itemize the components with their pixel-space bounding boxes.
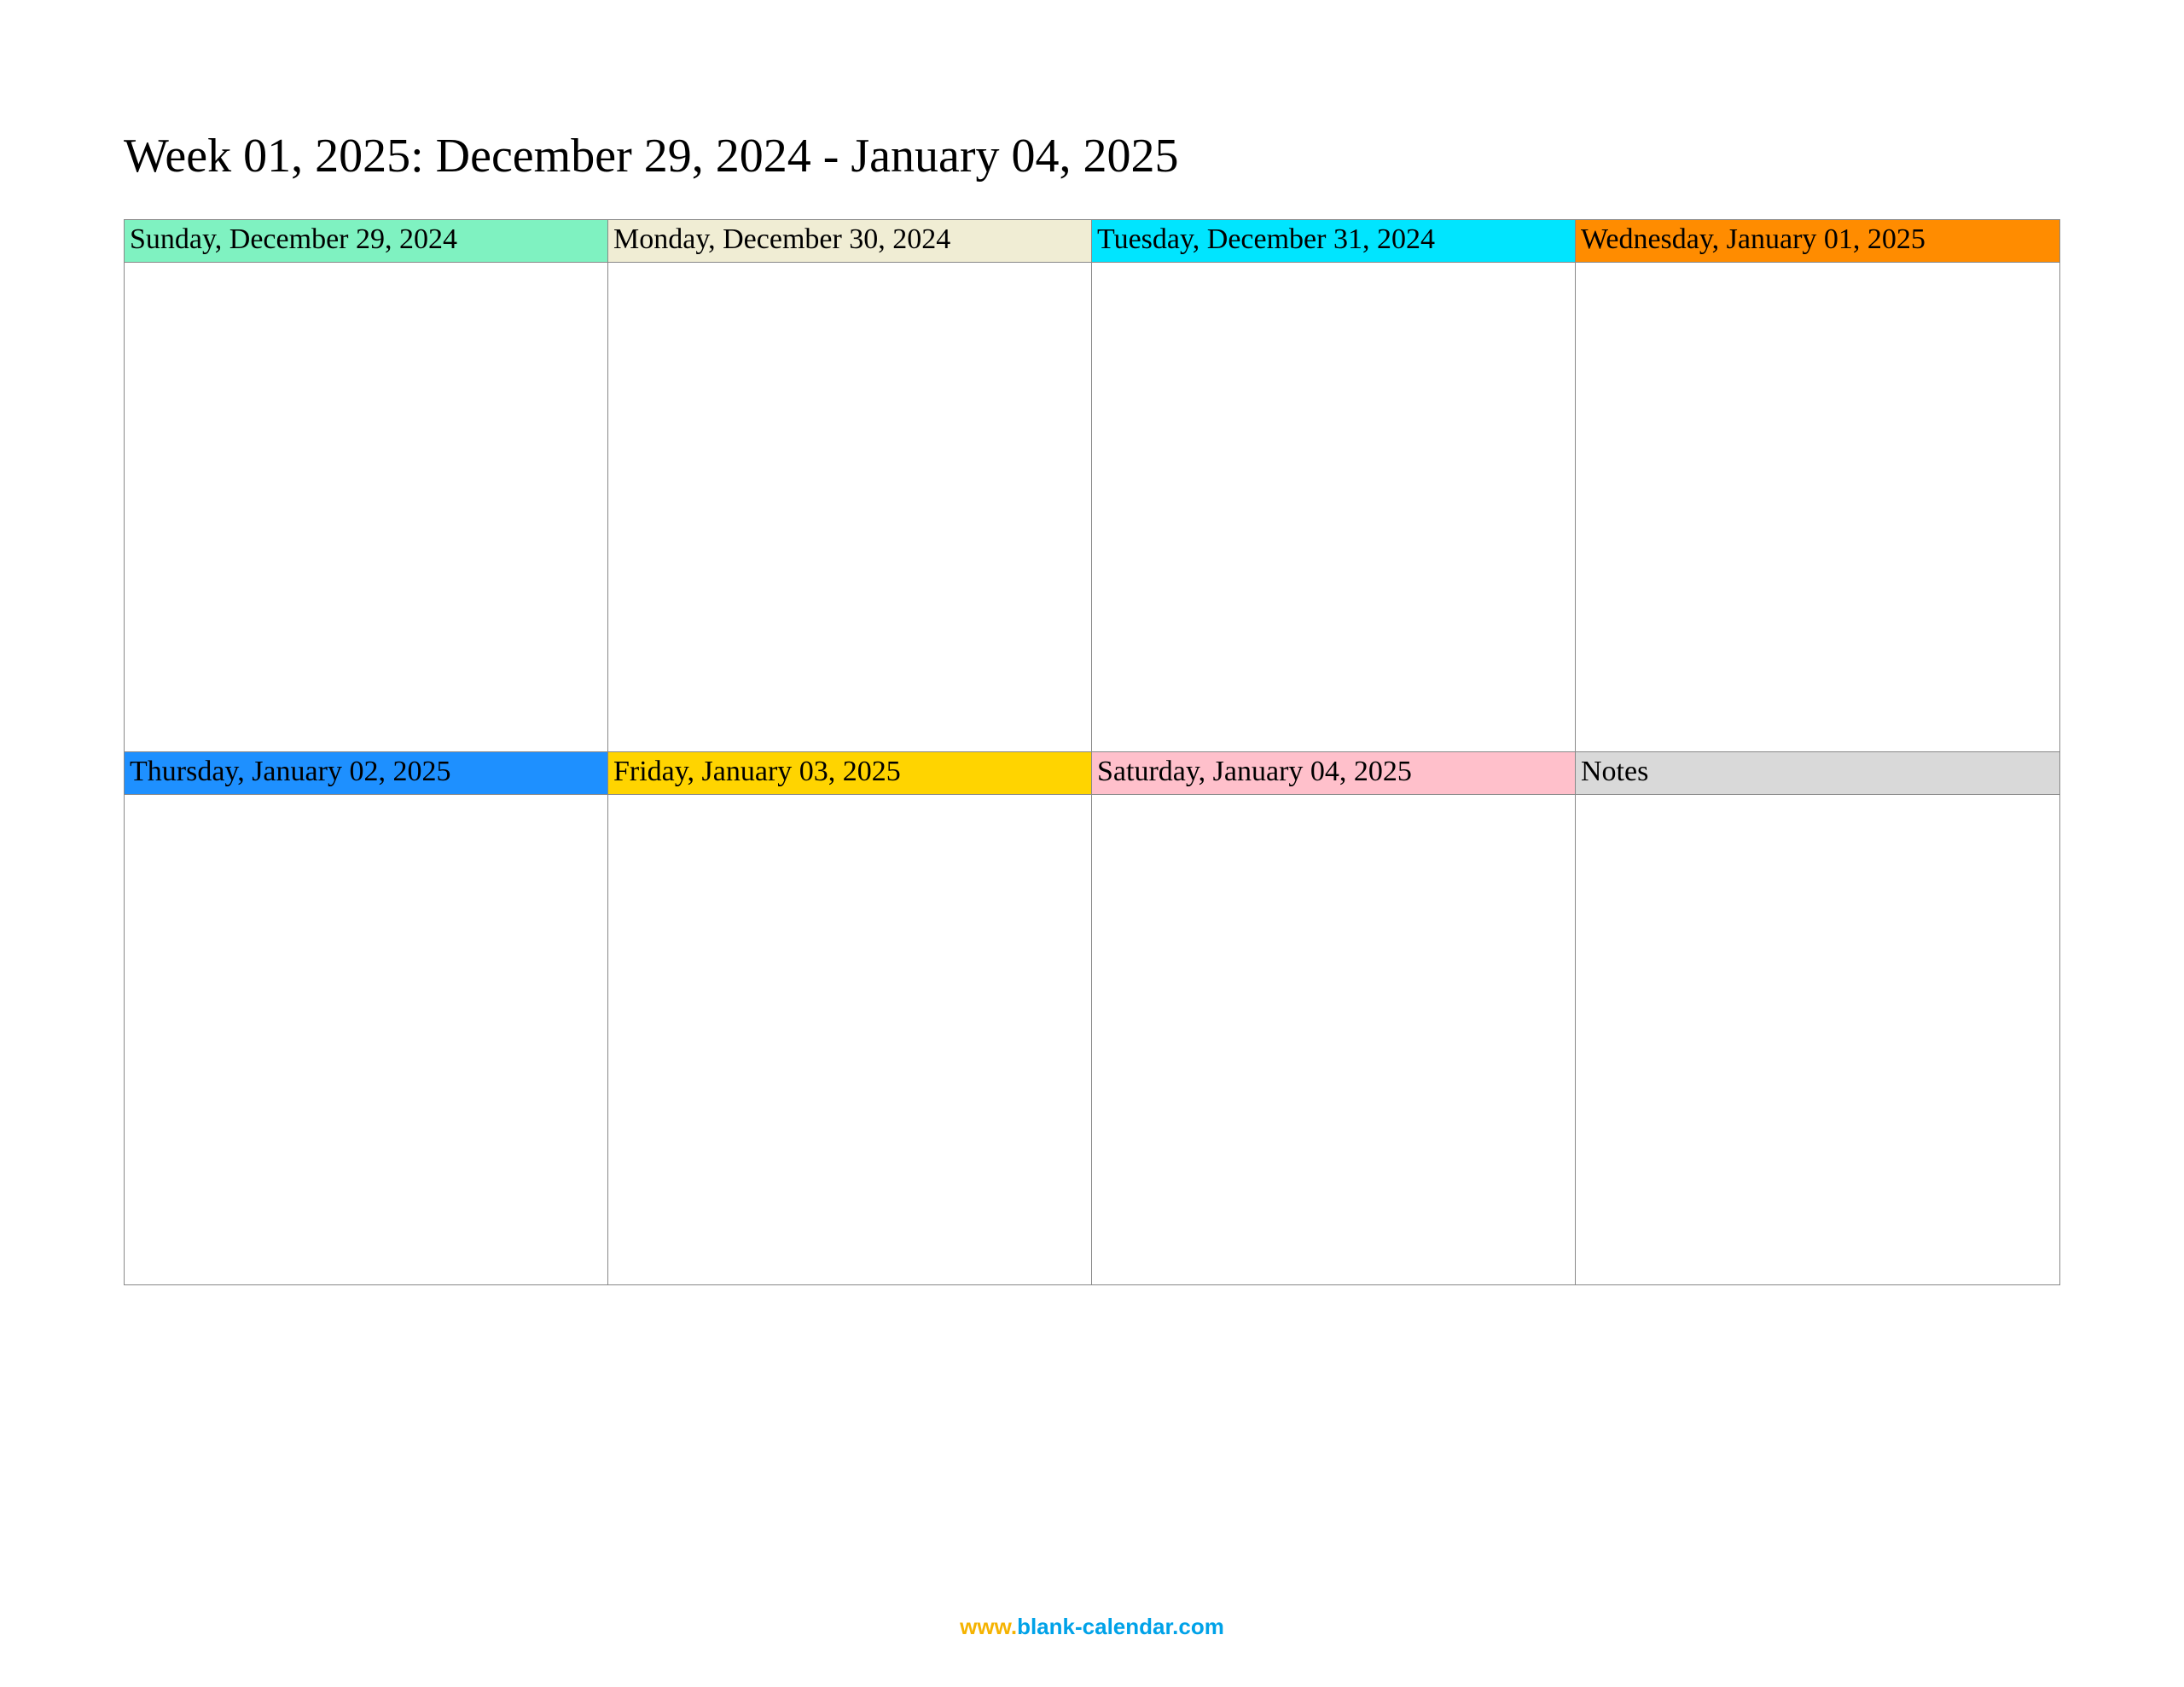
day-header-friday: Friday, January 03, 2025 — [608, 752, 1092, 795]
day-body-wednesday[interactable] — [1576, 263, 2059, 753]
day-body-sunday[interactable] — [125, 263, 608, 753]
day-body-saturday[interactable] — [1092, 795, 1576, 1285]
day-body-monday[interactable] — [608, 263, 1092, 753]
footer-link[interactable]: www.blank-calendar.com — [0, 1614, 2184, 1640]
week-grid: Sunday, December 29, 2024 Monday, Decemb… — [124, 219, 2060, 1285]
page-title: Week 01, 2025: December 29, 2024 - Janua… — [124, 128, 2060, 185]
calendar-page: Week 01, 2025: December 29, 2024 - Janua… — [0, 0, 2184, 1687]
footer-link-prefix: www. — [960, 1614, 1017, 1639]
day-header-wednesday: Wednesday, January 01, 2025 — [1576, 220, 2059, 263]
day-body-thursday[interactable] — [125, 795, 608, 1285]
day-header-thursday: Thursday, January 02, 2025 — [125, 752, 608, 795]
day-body-friday[interactable] — [608, 795, 1092, 1285]
day-header-tuesday: Tuesday, December 31, 2024 — [1092, 220, 1576, 263]
day-header-sunday: Sunday, December 29, 2024 — [125, 220, 608, 263]
day-body-tuesday[interactable] — [1092, 263, 1576, 753]
day-header-saturday: Saturday, January 04, 2025 — [1092, 752, 1576, 795]
day-header-notes: Notes — [1576, 752, 2059, 795]
day-header-monday: Monday, December 30, 2024 — [608, 220, 1092, 263]
day-body-notes[interactable] — [1576, 795, 2059, 1285]
footer-link-domain: blank-calendar.com — [1017, 1614, 1224, 1639]
